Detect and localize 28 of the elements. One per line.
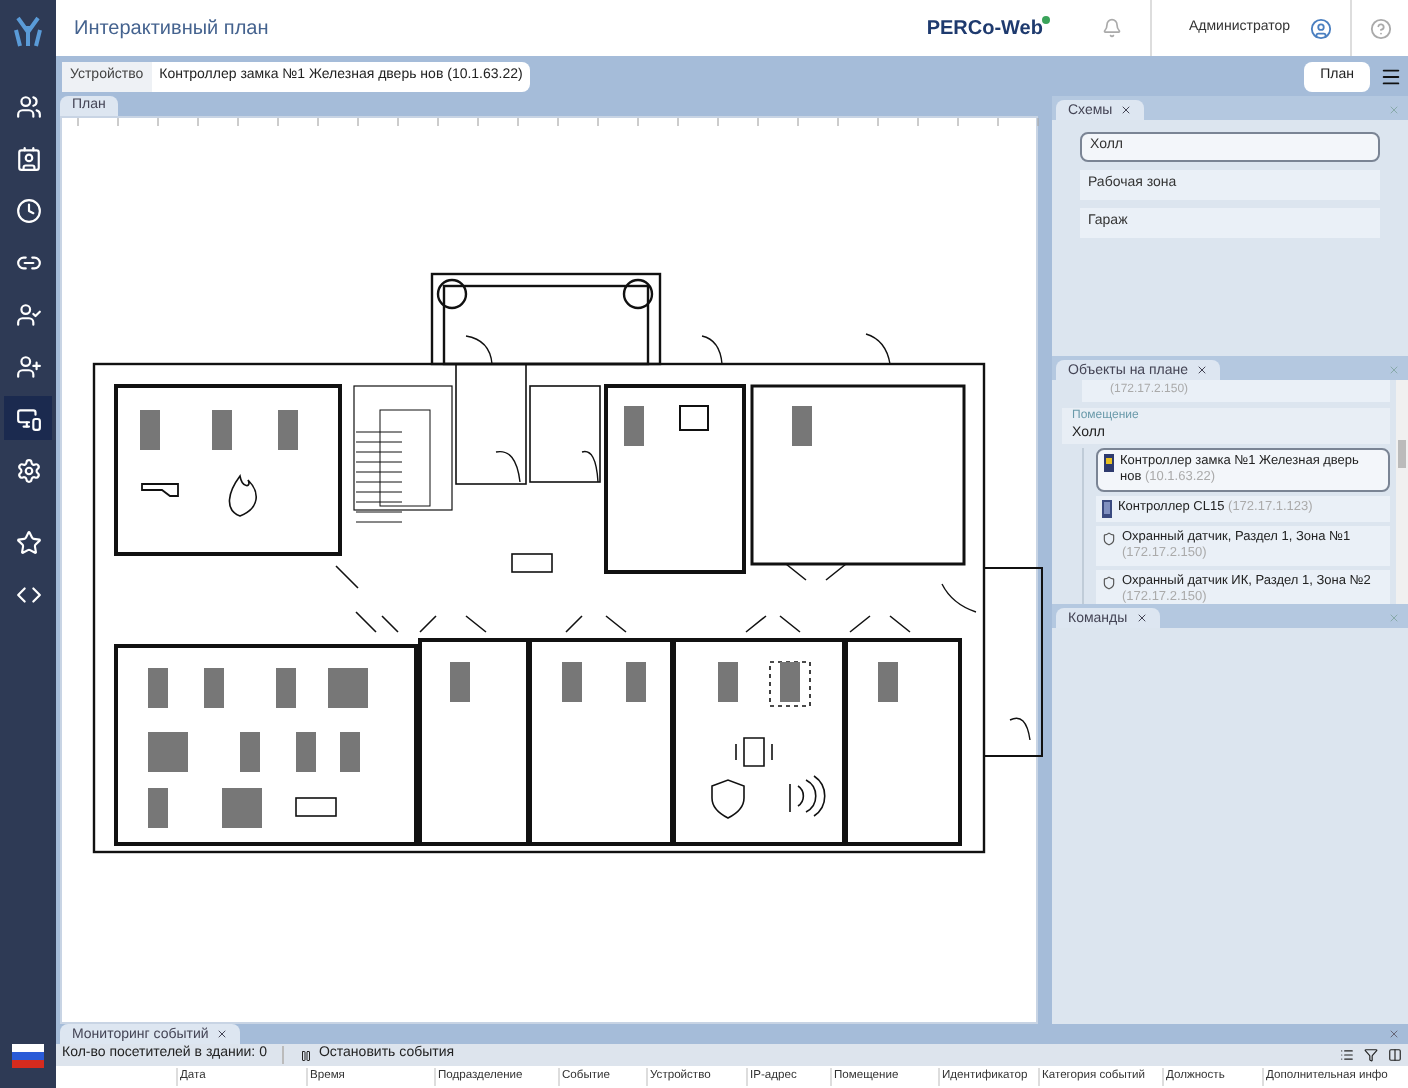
page-title: Интерактивный план [74, 15, 269, 43]
settings-icon [15, 457, 41, 483]
sidebar-item[interactable] [4, 396, 52, 440]
controller-icon [1104, 454, 1114, 472]
logo-icon [10, 12, 46, 48]
star-icon [15, 529, 41, 555]
close-icon[interactable] [216, 1028, 229, 1040]
people-icon [15, 93, 41, 119]
menu-icon[interactable] [1380, 65, 1402, 87]
dot-icon [1042, 16, 1051, 24]
person-check-icon [15, 301, 41, 327]
columns-icon[interactable] [1388, 1048, 1402, 1062]
brand-logo: PERCo-Web [926, 15, 1043, 43]
scrollbar[interactable] [1396, 380, 1408, 604]
user-avatar-icon[interactable] [1310, 17, 1332, 39]
close-icon[interactable] [1120, 104, 1133, 116]
pause-icon [300, 1049, 313, 1061]
close-icon[interactable] [1196, 364, 1209, 376]
id-card-icon [15, 145, 41, 171]
filter-icon[interactable] [1364, 1048, 1378, 1062]
controller-icon [1102, 500, 1112, 518]
shield-icon [1102, 532, 1116, 546]
list-icon[interactable] [1340, 1048, 1354, 1062]
code-icon [15, 581, 41, 607]
add-person-icon [15, 353, 41, 379]
shield-icon [1102, 576, 1116, 590]
close-icon[interactable] [1135, 612, 1148, 624]
flag-icon[interactable] [12, 1044, 44, 1068]
